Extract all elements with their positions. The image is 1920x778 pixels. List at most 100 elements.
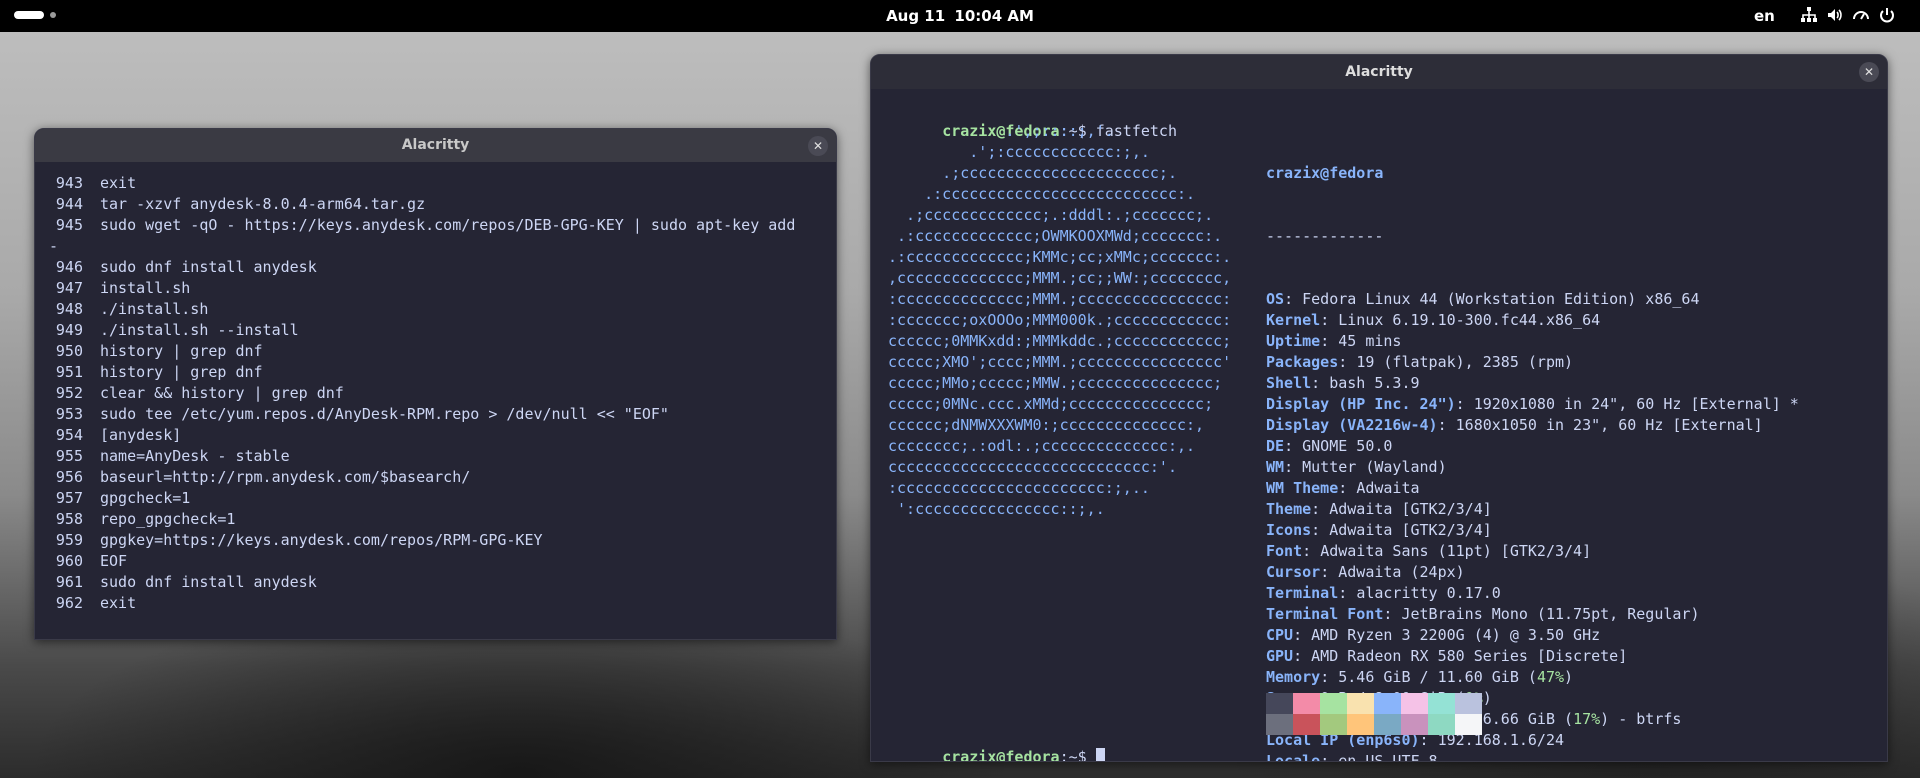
logo-line: .:cccccccccccccccccccccccccc:. (888, 185, 1196, 203)
terminal-window-history[interactable]: Alacritty ✕ 943 exit 944 tar -xzvf anydesk-… (34, 128, 837, 640)
history-number: 959 (55, 531, 83, 549)
history-line: 954 [anydesk] (35, 425, 836, 446)
logo-line: .';:cccccccccccc:;,. (888, 143, 1150, 161)
logo-line: ccccc;MMo;ccccc;MMW.;ccccccccccccccc; (888, 374, 1223, 392)
info-value: JetBrains Mono (11.75pt, Regular) (1401, 605, 1700, 623)
close-icon[interactable]: ✕ (1859, 62, 1879, 82)
history-line: 948 ./install.sh (35, 299, 836, 320)
history-number: 958 (55, 510, 83, 528)
history-command: sudo dnf install anydesk (100, 573, 317, 591)
history-line: 953 sudo tee /etc/yum.repos.d/AnyDesk-RPM… (35, 404, 836, 425)
history-number: 945 (55, 216, 83, 234)
palette-swatch (1455, 714, 1482, 735)
prompt-user: crazix@fedora (942, 748, 1060, 762)
info-line: DE: GNOME 50.0 (1266, 437, 1393, 455)
info-line: Kernel: Linux 6.19.10-300.fc44.x86_64 (1266, 311, 1601, 329)
info-value: 1920x1080 in 24", 60 Hz [External] * (1473, 395, 1799, 413)
history-number: 953 (55, 405, 83, 423)
close-icon[interactable]: ✕ (808, 136, 828, 156)
power-icon[interactable] (1878, 6, 1896, 24)
keyboard-layout-indicator[interactable]: en (1754, 7, 1775, 25)
info-value: Adwaita [GTK2/3/4] (1329, 521, 1492, 539)
info-line: Cursor: Adwaita (24px) (1266, 563, 1465, 581)
history-line: 946 sudo dnf install anydesk (35, 257, 836, 278)
info-key: Terminal Font (1266, 605, 1384, 623)
volume-icon[interactable] (1826, 6, 1844, 24)
history-command: sudo tee /etc/yum.repos.d/AnyDesk-RPM.re… (100, 405, 669, 423)
info-key: Terminal (1266, 584, 1339, 602)
terminal-cursor (1095, 748, 1105, 761)
history-line: 947 install.sh (35, 278, 836, 299)
info-line: Terminal Font: JetBrains Mono (11.75pt, … (1266, 605, 1700, 623)
history-command: sudo wget -qO - https://keys.anydesk.com… (100, 216, 796, 234)
info-key: Uptime (1266, 332, 1321, 350)
info-key: Memory (1266, 668, 1321, 686)
info-percent: 17% (1573, 710, 1601, 728)
history-line: 959 gpgkey=https://keys.anydesk.com/repos… (35, 530, 836, 551)
info-line: Theme: Adwaita [GTK2/3/4] (1266, 500, 1492, 518)
logo-line: ccccc;XMO';cccc;MMM.;cccccccccccccccc' (888, 353, 1232, 371)
palette-swatch (1401, 693, 1428, 714)
info-key: Cursor (1266, 563, 1321, 581)
palette-row (1266, 693, 1482, 714)
logo-line: .;ccccccccccccc;.:dddl:.;ccccccc;. (888, 206, 1214, 224)
info-key: GPU (1266, 647, 1294, 665)
window-titlebar[interactable]: Alacritty ✕ (35, 129, 836, 162)
history-line: 958 repo_gpgcheck=1 (35, 509, 836, 530)
palette-swatch (1374, 693, 1401, 714)
info-value-suffix: ) - btrfs (1600, 710, 1682, 728)
info-line: Memory: 5.46 GiB / 11.60 GiB (47%) (1266, 668, 1574, 686)
info-value-suffix: ) (1482, 689, 1492, 707)
history-command: - (49, 237, 59, 255)
history-number: 946 (55, 258, 83, 276)
terminal-output[interactable]: crazix@fedora:~$ fastfetch .',;::::;,'. … (871, 89, 1887, 761)
history-line: 952 clear && history | grep dnf (35, 383, 836, 404)
palette-row (1266, 714, 1482, 735)
history-line: 956 baseurl=http://rpm.anydesk.com/$basea… (35, 467, 836, 488)
info-separator: ------------- (1266, 227, 1384, 245)
history-command: history | grep dnf (100, 363, 263, 381)
info-line: CPU: AMD Ryzen 3 2200G (4) @ 3.50 GHz (1266, 626, 1601, 644)
network-icon[interactable] (1800, 6, 1818, 24)
history-command: EOF (100, 552, 128, 570)
info-line: Terminal: alacritty 0.17.0 (1266, 584, 1501, 602)
info-value: Adwaita [GTK2/3/4] (1329, 500, 1492, 518)
info-line: OS: Fedora Linux 44 (Workstation Edition… (1266, 290, 1700, 308)
history-line: 962 exit (35, 593, 836, 614)
window-title: Alacritty (401, 137, 470, 153)
fedora-logo-ascii: .',;::::;,'. .';:cccccccccccc:;,. .;cccc… (888, 121, 1231, 520)
history-number: 947 (55, 279, 83, 297)
info-key: Icons (1266, 521, 1312, 539)
logo-line: ccccc;0MNc.ccc.xMMd;ccccccccccccccc; (888, 395, 1214, 413)
prompt-path: :~$ (1059, 748, 1087, 762)
info-value: AMD Radeon RX 580 Series [Discrete] (1311, 647, 1628, 665)
history-number: 956 (55, 468, 83, 486)
info-value: Mutter (Wayland) (1302, 458, 1447, 476)
logo-line: ':cccccccccccccccc::;,. (888, 500, 1105, 518)
palette-swatch (1347, 693, 1374, 714)
info-line: GPU: AMD Radeon RX 580 Series [Discrete] (1266, 647, 1628, 665)
info-value: alacritty 0.17.0 (1356, 584, 1501, 602)
info-line: Display (HP Inc. 24"): 1920x1080 in 24",… (1266, 395, 1799, 413)
info-value: 5.46 GiB / 11.60 GiB ( (1338, 668, 1537, 686)
palette-swatch (1320, 693, 1347, 714)
palette-swatch (1320, 714, 1347, 735)
system-tray[interactable] (1800, 6, 1896, 24)
info-line: Icons: Adwaita [GTK2/3/4] (1266, 521, 1492, 539)
power-profile-icon[interactable] (1852, 6, 1870, 24)
info-line: WM Theme: Adwaita (1266, 479, 1420, 497)
history-number: 950 (55, 342, 83, 360)
info-key: Packages (1266, 353, 1339, 371)
terminal-window-fastfetch[interactable]: Alacritty ✕ crazix@fedora:~$ fastfetch .… (870, 54, 1888, 762)
info-header: crazix@fedora (1266, 164, 1384, 182)
history-number: 944 (55, 195, 83, 213)
info-line: Uptime: 45 mins (1266, 332, 1402, 350)
info-value-suffix: ) (1564, 668, 1574, 686)
clock[interactable]: Aug 11 10:04 AM (0, 7, 1920, 25)
info-line: WM: Mutter (Wayland) (1266, 458, 1447, 476)
window-titlebar[interactable]: Alacritty ✕ (871, 55, 1887, 89)
info-key: Display (HP Inc. 24") (1266, 395, 1456, 413)
history-number: 952 (55, 384, 83, 402)
history-command: sudo dnf install anydesk (100, 258, 317, 276)
terminal-output[interactable]: 943 exit 944 tar -xzvf anydesk-8.0.4-arm64.… (35, 162, 836, 614)
